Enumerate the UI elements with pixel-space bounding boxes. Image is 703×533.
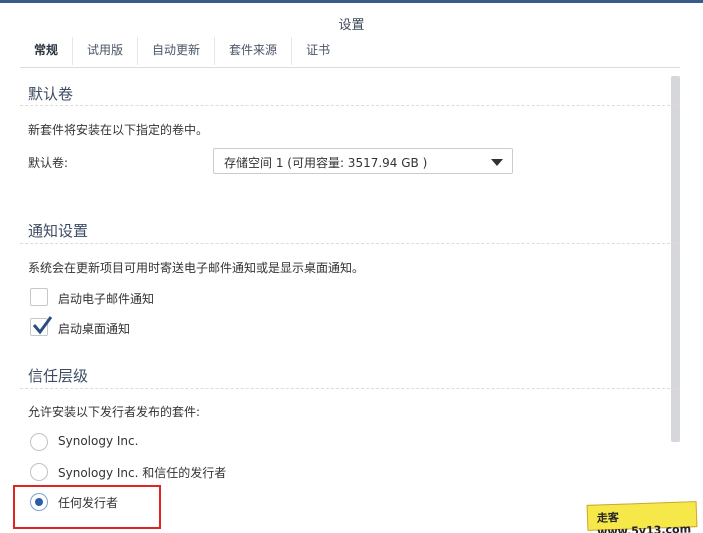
desktop-notification-label: 启动桌面通知 bbox=[58, 322, 131, 336]
section-divider bbox=[20, 388, 680, 389]
trust-synology-trusted-label: Synology Inc. 和信任的发行者 bbox=[58, 466, 227, 480]
tab-general[interactable]: 常规 bbox=[20, 37, 74, 65]
tab-bar: 常规 试用版 自动更新 套件来源 证书 bbox=[20, 37, 344, 67]
tab-trial[interactable]: 试用版 bbox=[73, 37, 139, 65]
section-heading-default-volume: 默认卷 bbox=[28, 85, 74, 103]
checkmark-icon bbox=[32, 316, 52, 335]
email-notification-label: 启动电子邮件通知 bbox=[58, 292, 155, 306]
default-volume-value: 存储空间 1 (可用容量: 3517.94 GB ) bbox=[224, 156, 428, 170]
tab-divider bbox=[20, 67, 680, 68]
desktop-notification-checkbox[interactable] bbox=[30, 316, 52, 336]
default-volume-description: 新套件将安装在以下指定的卷中。 bbox=[28, 123, 209, 137]
notifications-description: 系统会在更新项目可用时寄送电子邮件通知或是显示桌面通知。 bbox=[28, 261, 365, 275]
default-volume-label: 默认卷: bbox=[28, 156, 69, 170]
section-heading-trust-level: 信任层级 bbox=[28, 367, 89, 385]
default-volume-select[interactable]: 存储空间 1 (可用容量: 3517.94 GB ) bbox=[213, 148, 513, 174]
section-heading-notifications: 通知设置 bbox=[28, 222, 89, 240]
tab-auto-update[interactable]: 自动更新 bbox=[138, 37, 216, 65]
trust-synology-radio[interactable] bbox=[30, 433, 48, 451]
watermark-text: 走客 www.5v13.com bbox=[596, 511, 692, 533]
trust-level-description: 允许安装以下发行者发布的套件: bbox=[28, 405, 201, 419]
watermark: 走客 www.5v13.com bbox=[583, 497, 701, 533]
settings-window: 设置 常规 试用版 自动更新 套件来源 证书 默认卷 新套件将安装在以下指定的卷… bbox=[0, 0, 703, 533]
trust-synology-trusted-radio[interactable] bbox=[30, 463, 48, 481]
tab-certificate[interactable]: 证书 bbox=[292, 37, 344, 65]
email-notification-checkbox[interactable] bbox=[30, 288, 48, 306]
window-title: 设置 bbox=[338, 18, 365, 33]
annotation-highlight-box bbox=[13, 485, 161, 529]
section-divider bbox=[20, 243, 680, 244]
title-bar: 设置 bbox=[0, 6, 703, 34]
chevron-down-icon bbox=[491, 159, 503, 166]
trust-synology-label: Synology Inc. bbox=[58, 434, 139, 448]
tab-package-sources[interactable]: 套件来源 bbox=[215, 37, 293, 65]
section-divider bbox=[20, 105, 680, 106]
